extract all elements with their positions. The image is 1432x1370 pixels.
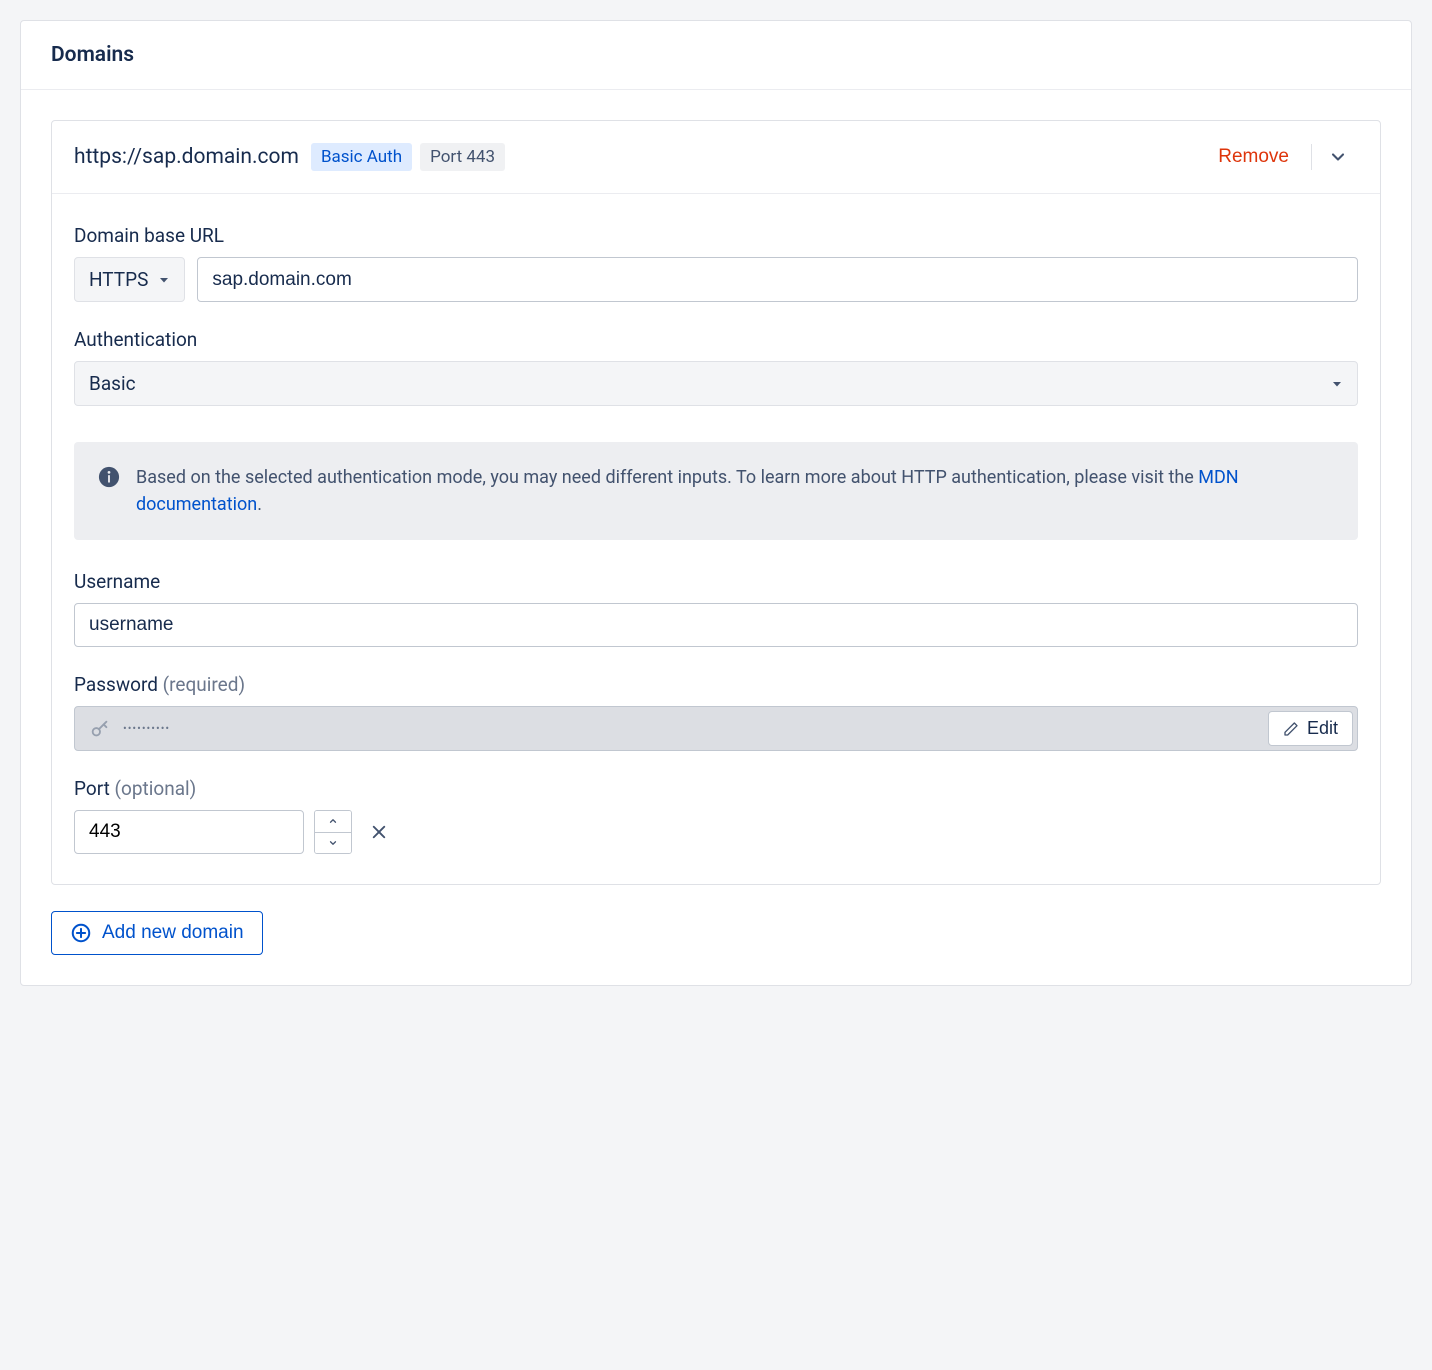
chevron-down-icon [1328,147,1348,167]
domain-input[interactable] [197,257,1358,302]
auth-value: Basic [89,372,136,395]
port-clear-button[interactable] [362,810,396,854]
domains-panel: Domains https://sap.domain.com Basic Aut… [20,20,1412,986]
remove-button[interactable]: Remove [1206,140,1301,174]
chevron-down-icon [326,838,340,848]
key-icon [89,718,111,740]
domain-card: https://sap.domain.com Basic Auth Port 4… [51,120,1381,885]
domain-card-header: https://sap.domain.com Basic Auth Port 4… [52,121,1380,194]
caret-down-icon [158,274,170,286]
close-icon [370,823,388,841]
add-domain-button[interactable]: Add new domain [51,911,263,955]
panel-title: Domains [51,43,1381,67]
username-input[interactable] [74,603,1358,647]
chevron-up-icon [326,816,340,826]
collapse-toggle[interactable] [1318,139,1358,175]
port-label: Port (optional) [74,777,1358,800]
info-text: Based on the selected authentication mod… [136,464,1334,518]
port-spinner [314,810,352,854]
auth-badge: Basic Auth [311,143,412,171]
port-input[interactable] [74,810,304,854]
password-mask: •••••••••• [123,722,170,735]
info-icon [98,466,120,488]
base-url-label: Domain base URL [74,224,1358,247]
password-label: Password (required) [74,673,1358,696]
domain-card-body: Domain base URL HTTPS Authentication Bas… [52,194,1380,884]
password-display: •••••••••• [75,707,1264,750]
caret-down-icon [1331,378,1343,390]
separator [1311,144,1312,170]
domain-url-display: https://sap.domain.com [74,145,299,169]
pencil-icon [1283,721,1299,737]
plus-circle-icon [70,922,92,944]
port-decrement[interactable] [315,833,351,854]
edit-password-button[interactable]: Edit [1268,711,1353,746]
username-label: Username [74,570,1358,593]
auth-select[interactable]: Basic [74,361,1358,406]
panel-header: Domains [21,21,1411,90]
protocol-select[interactable]: HTTPS [74,257,185,302]
port-badge: Port 443 [420,143,505,171]
port-increment[interactable] [315,811,351,833]
info-banner: Based on the selected authentication mod… [74,442,1358,540]
protocol-value: HTTPS [89,268,148,291]
password-row: •••••••••• Edit [74,706,1358,751]
panel-body: https://sap.domain.com Basic Auth Port 4… [21,90,1411,985]
auth-label: Authentication [74,328,1358,351]
